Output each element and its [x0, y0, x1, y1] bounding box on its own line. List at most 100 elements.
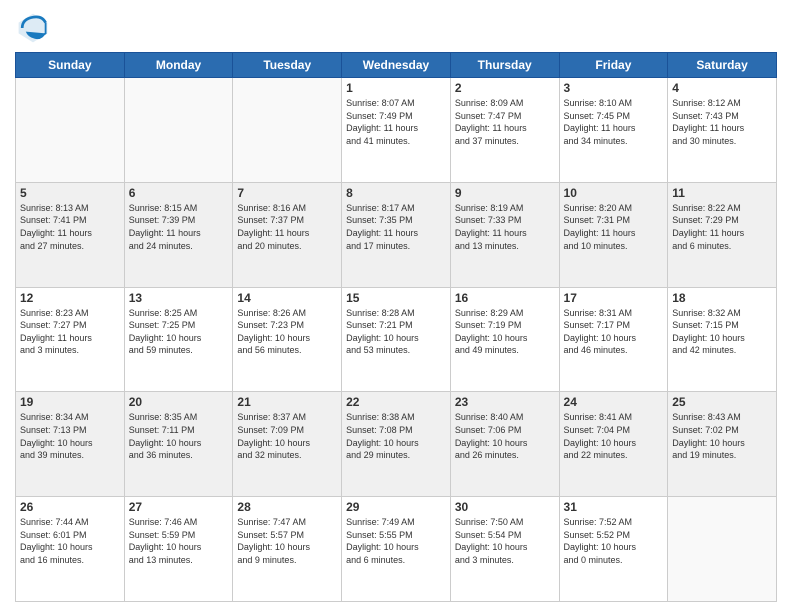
day-info: Sunrise: 8:10 AM Sunset: 7:45 PM Dayligh… — [564, 97, 664, 147]
day-number: 13 — [129, 291, 229, 305]
day-number: 23 — [455, 395, 555, 409]
calendar-day-3: 3 Sunrise: 8:10 AM Sunset: 7:45 PM Daylig… — [559, 78, 668, 183]
day-number: 21 — [237, 395, 337, 409]
day-info: Sunrise: 8:37 AM Sunset: 7:09 PM Dayligh… — [237, 411, 337, 461]
calendar-table: SundayMondayTuesdayWednesdayThursdayFrid… — [15, 52, 777, 602]
weekday-header-row: SundayMondayTuesdayWednesdayThursdayFrid… — [16, 53, 777, 78]
calendar-day-28: 28 Sunrise: 7:47 AM Sunset: 5:57 PM Dayli… — [233, 497, 342, 602]
day-number: 28 — [237, 500, 337, 514]
page: SundayMondayTuesdayWednesdayThursdayFrid… — [0, 0, 792, 612]
day-number: 3 — [564, 81, 664, 95]
day-info: Sunrise: 8:13 AM Sunset: 7:41 PM Dayligh… — [20, 202, 120, 252]
calendar-day-31: 31 Sunrise: 7:52 AM Sunset: 5:52 PM Dayli… — [559, 497, 668, 602]
day-info: Sunrise: 8:09 AM Sunset: 7:47 PM Dayligh… — [455, 97, 555, 147]
day-info: Sunrise: 8:35 AM Sunset: 7:11 PM Dayligh… — [129, 411, 229, 461]
calendar-day-19: 19 Sunrise: 8:34 AM Sunset: 7:13 PM Dayli… — [16, 392, 125, 497]
weekday-header-saturday: Saturday — [668, 53, 777, 78]
weekday-header-wednesday: Wednesday — [342, 53, 451, 78]
day-info: Sunrise: 7:49 AM Sunset: 5:55 PM Dayligh… — [346, 516, 446, 566]
day-info: Sunrise: 8:20 AM Sunset: 7:31 PM Dayligh… — [564, 202, 664, 252]
calendar-day-2: 2 Sunrise: 8:09 AM Sunset: 7:47 PM Daylig… — [450, 78, 559, 183]
day-info: Sunrise: 8:22 AM Sunset: 7:29 PM Dayligh… — [672, 202, 772, 252]
day-info: Sunrise: 8:25 AM Sunset: 7:25 PM Dayligh… — [129, 307, 229, 357]
day-info: Sunrise: 7:52 AM Sunset: 5:52 PM Dayligh… — [564, 516, 664, 566]
calendar-week-row: 5Sunrise: 8:13 AM Sunset: 7:41 PM Daylig… — [16, 182, 777, 287]
day-info: Sunrise: 8:26 AM Sunset: 7:23 PM Dayligh… — [237, 307, 337, 357]
day-info: Sunrise: 8:19 AM Sunset: 7:33 PM Dayligh… — [455, 202, 555, 252]
day-number: 31 — [564, 500, 664, 514]
day-info: Sunrise: 8:29 AM Sunset: 7:19 PM Dayligh… — [455, 307, 555, 357]
day-number: 30 — [455, 500, 555, 514]
day-number: 27 — [129, 500, 229, 514]
calendar-day-10: 10 Sunrise: 8:20 AM Sunset: 7:31 PM Dayli… — [559, 182, 668, 287]
calendar-day-7: 7 Sunrise: 8:16 AM Sunset: 7:37 PM Daylig… — [233, 182, 342, 287]
day-number: 10 — [564, 186, 664, 200]
day-number: 14 — [237, 291, 337, 305]
header — [15, 10, 777, 46]
calendar-day-20: 20Sunrise: 8:35 AM Sunset: 7:11 PM Dayli… — [124, 392, 233, 497]
calendar-day-25: 25 Sunrise: 8:43 AM Sunset: 7:02 PM Dayli… — [668, 392, 777, 497]
calendar-day-22: 22Sunrise: 8:38 AM Sunset: 7:08 PM Dayli… — [342, 392, 451, 497]
calendar-day-27: 27 Sunrise: 7:46 AM Sunset: 5:59 PM Dayli… — [124, 497, 233, 602]
day-info: Sunrise: 7:44 AM Sunset: 6:01 PM Dayligh… — [20, 516, 120, 566]
day-info: Sunrise: 8:12 AM Sunset: 7:43 PM Dayligh… — [672, 97, 772, 147]
day-info: Sunrise: 8:28 AM Sunset: 7:21 PM Dayligh… — [346, 307, 446, 357]
calendar-week-row: 12Sunrise: 8:23 AM Sunset: 7:27 PM Dayli… — [16, 287, 777, 392]
day-info: Sunrise: 8:38 AM Sunset: 7:08 PM Dayligh… — [346, 411, 446, 461]
day-number: 11 — [672, 186, 772, 200]
day-number: 29 — [346, 500, 446, 514]
calendar-day-8: 8Sunrise: 8:17 AM Sunset: 7:35 PM Daylig… — [342, 182, 451, 287]
day-info: Sunrise: 8:31 AM Sunset: 7:17 PM Dayligh… — [564, 307, 664, 357]
calendar-day-13: 13 Sunrise: 8:25 AM Sunset: 7:25 PM Dayli… — [124, 287, 233, 392]
calendar-day-9: 9 Sunrise: 8:19 AM Sunset: 7:33 PM Daylig… — [450, 182, 559, 287]
calendar-day-empty — [233, 78, 342, 183]
day-info: Sunrise: 8:40 AM Sunset: 7:06 PM Dayligh… — [455, 411, 555, 461]
calendar-day-18: 18Sunrise: 8:32 AM Sunset: 7:15 PM Dayli… — [668, 287, 777, 392]
day-number: 6 — [129, 186, 229, 200]
day-info: Sunrise: 8:43 AM Sunset: 7:02 PM Dayligh… — [672, 411, 772, 461]
day-number: 25 — [672, 395, 772, 409]
day-info: Sunrise: 8:16 AM Sunset: 7:37 PM Dayligh… — [237, 202, 337, 252]
day-info: Sunrise: 8:34 AM Sunset: 7:13 PM Dayligh… — [20, 411, 120, 461]
weekday-header-friday: Friday — [559, 53, 668, 78]
calendar-day-29: 29 Sunrise: 7:49 AM Sunset: 5:55 PM Dayli… — [342, 497, 451, 602]
calendar-week-row: 19 Sunrise: 8:34 AM Sunset: 7:13 PM Dayli… — [16, 392, 777, 497]
calendar-day-15: 15 Sunrise: 8:28 AM Sunset: 7:21 PM Dayli… — [342, 287, 451, 392]
day-number: 18 — [672, 291, 772, 305]
calendar-day-6: 6 Sunrise: 8:15 AM Sunset: 7:39 PM Daylig… — [124, 182, 233, 287]
calendar-week-row: 26 Sunrise: 7:44 AM Sunset: 6:01 PM Dayli… — [16, 497, 777, 602]
calendar-week-row: 1 Sunrise: 8:07 AM Sunset: 7:49 PM Daylig… — [16, 78, 777, 183]
calendar-day-30: 30 Sunrise: 7:50 AM Sunset: 5:54 PM Dayli… — [450, 497, 559, 602]
logo — [15, 10, 55, 46]
day-number: 19 — [20, 395, 120, 409]
day-number: 26 — [20, 500, 120, 514]
calendar-day-empty — [668, 497, 777, 602]
day-info: Sunrise: 7:46 AM Sunset: 5:59 PM Dayligh… — [129, 516, 229, 566]
day-info: Sunrise: 8:15 AM Sunset: 7:39 PM Dayligh… — [129, 202, 229, 252]
calendar-day-24: 24Sunrise: 8:41 AM Sunset: 7:04 PM Dayli… — [559, 392, 668, 497]
day-number: 4 — [672, 81, 772, 95]
calendar-day-14: 14 Sunrise: 8:26 AM Sunset: 7:23 PM Dayli… — [233, 287, 342, 392]
calendar-day-11: 11 Sunrise: 8:22 AM Sunset: 7:29 PM Dayli… — [668, 182, 777, 287]
day-info: Sunrise: 8:17 AM Sunset: 7:35 PM Dayligh… — [346, 202, 446, 252]
day-number: 12 — [20, 291, 120, 305]
weekday-header-sunday: Sunday — [16, 53, 125, 78]
calendar-day-5: 5Sunrise: 8:13 AM Sunset: 7:41 PM Daylig… — [16, 182, 125, 287]
day-info: Sunrise: 7:50 AM Sunset: 5:54 PM Dayligh… — [455, 516, 555, 566]
day-number: 7 — [237, 186, 337, 200]
day-number: 17 — [564, 291, 664, 305]
day-number: 9 — [455, 186, 555, 200]
day-number: 1 — [346, 81, 446, 95]
day-info: Sunrise: 8:41 AM Sunset: 7:04 PM Dayligh… — [564, 411, 664, 461]
day-number: 2 — [455, 81, 555, 95]
day-info: Sunrise: 7:47 AM Sunset: 5:57 PM Dayligh… — [237, 516, 337, 566]
calendar-day-empty — [124, 78, 233, 183]
calendar-day-21: 21 Sunrise: 8:37 AM Sunset: 7:09 PM Dayli… — [233, 392, 342, 497]
calendar-day-16: 16 Sunrise: 8:29 AM Sunset: 7:19 PM Dayli… — [450, 287, 559, 392]
day-number: 15 — [346, 291, 446, 305]
weekday-header-tuesday: Tuesday — [233, 53, 342, 78]
calendar-day-4: 4 Sunrise: 8:12 AM Sunset: 7:43 PM Daylig… — [668, 78, 777, 183]
day-info: Sunrise: 8:07 AM Sunset: 7:49 PM Dayligh… — [346, 97, 446, 147]
day-number: 16 — [455, 291, 555, 305]
calendar-day-26: 26 Sunrise: 7:44 AM Sunset: 6:01 PM Dayli… — [16, 497, 125, 602]
